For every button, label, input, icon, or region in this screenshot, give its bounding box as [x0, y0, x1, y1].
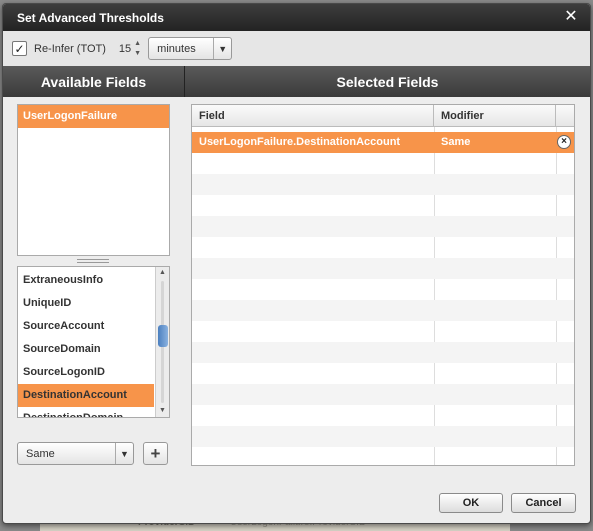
close-icon[interactable]: ✕ — [562, 8, 580, 26]
empty-row — [192, 342, 574, 363]
empty-row — [192, 174, 574, 195]
empty-row — [192, 384, 574, 405]
table-row[interactable]: UserLogonFailure.DestinationAccount Same… — [192, 132, 574, 153]
scroll-down-icon[interactable]: ▼ — [156, 405, 169, 417]
selected-fields-table: Field Modifier UserLogonFailure.Destinat… — [191, 104, 575, 466]
cancel-button[interactable]: Cancel — [511, 493, 576, 513]
add-field-button[interactable]: + — [143, 442, 168, 465]
field-list-item[interactable]: SourceDomain — [18, 338, 154, 361]
selected-fields-header: Selected Fields — [336, 73, 439, 90]
column-headers: Available Fields Selected Fields — [3, 66, 590, 97]
field-column-header[interactable]: Field — [192, 105, 434, 127]
checkmark-icon: ✓ — [14, 41, 25, 56]
chevron-down-icon[interactable]: ▼ — [115, 443, 133, 464]
interval-value[interactable]: 15 — [119, 43, 131, 55]
dialog-titlebar: Set Advanced Thresholds ✕ — [3, 4, 590, 31]
unit-select-value: minutes — [157, 42, 196, 55]
scroll-thumb[interactable] — [158, 325, 168, 347]
dialog-title: Set Advanced Thresholds — [17, 10, 164, 25]
plus-icon: + — [150, 444, 161, 463]
event-list-item[interactable]: UserLogonFailure — [18, 105, 169, 128]
row-modifier-cell[interactable]: Same — [434, 132, 556, 153]
field-list[interactable]: ExtraneousInfo UniqueID SourceAccount So… — [17, 266, 170, 418]
field-list-item[interactable]: DestinationDomain — [18, 407, 154, 417]
field-list-item[interactable]: SourceAccount — [18, 315, 154, 338]
ok-button[interactable]: OK — [439, 493, 503, 513]
empty-row — [192, 426, 574, 447]
modifier-column-header[interactable]: Modifier — [434, 105, 556, 127]
remove-row-icon[interactable]: × — [557, 135, 571, 149]
reinfer-label: Re-Infer (TOT) — [34, 42, 106, 55]
threshold-toolbar: ✓ Re-Infer (TOT) 15 ▲ ▼ minutes ▼ — [3, 31, 590, 66]
field-list-item[interactable]: ExtraneousInfo — [18, 269, 154, 292]
pane-splitter-handle[interactable] — [77, 259, 109, 263]
event-list[interactable]: UserLogonFailure — [17, 104, 170, 256]
field-list-item[interactable]: SourceLogonID — [18, 361, 154, 384]
table-header: Field Modifier — [192, 105, 574, 127]
stepper-up-icon[interactable]: ▲ — [134, 40, 144, 48]
modifier-select[interactable]: Same ▼ — [17, 442, 134, 465]
stepper-down-icon[interactable]: ▼ — [134, 50, 144, 58]
chevron-down-icon[interactable]: ▼ — [213, 38, 231, 59]
field-list-item-selected[interactable]: DestinationAccount — [18, 384, 154, 407]
available-fields-header: Available Fields — [3, 66, 185, 97]
unit-select[interactable]: minutes ▼ — [148, 37, 233, 60]
empty-row — [192, 216, 574, 237]
reinfer-checkbox[interactable]: ✓ — [12, 41, 27, 56]
row-field-cell: UserLogonFailure.DestinationAccount — [199, 136, 401, 148]
interval-stepper[interactable]: ▲ ▼ — [134, 40, 144, 58]
modifier-select-value: Same — [26, 448, 55, 460]
field-list-scrollbar[interactable]: ▲ ▼ — [155, 267, 169, 417]
empty-row — [192, 300, 574, 321]
field-list-item[interactable]: UniqueID — [18, 292, 154, 315]
empty-row — [192, 258, 574, 279]
scroll-up-icon[interactable]: ▲ — [156, 267, 169, 279]
